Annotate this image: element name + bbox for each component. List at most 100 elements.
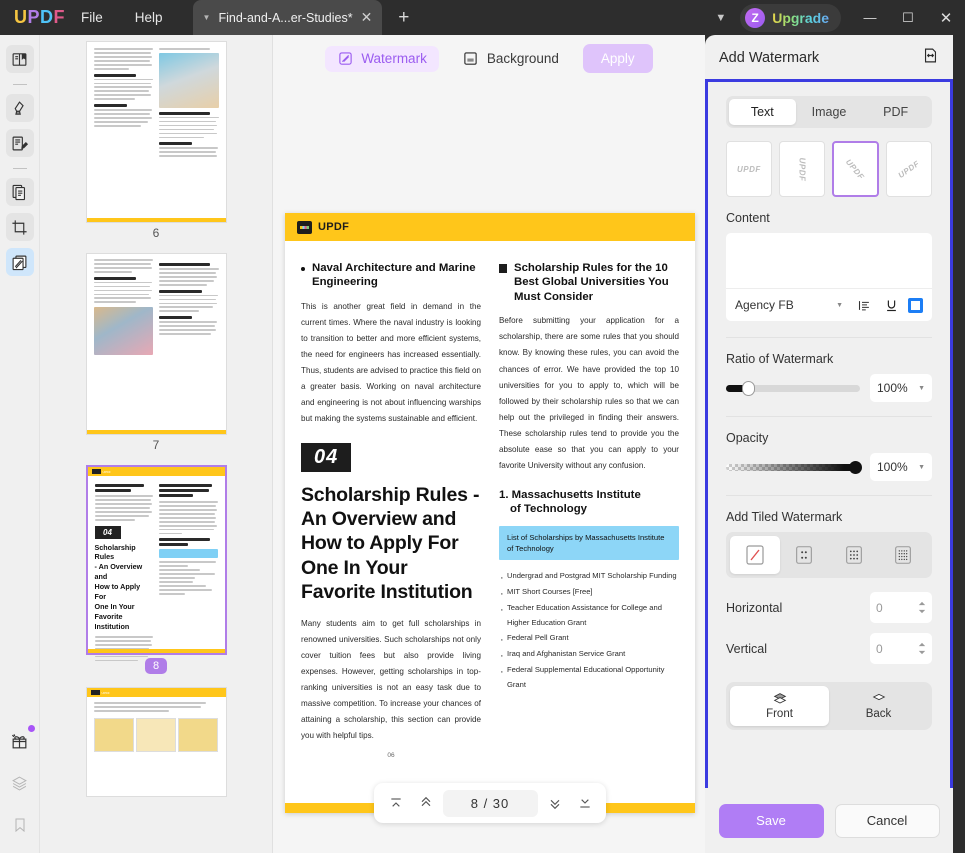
back-layer-icon bbox=[872, 693, 885, 701]
document-area: Watermark Background Apply UPDF Naval Ar… bbox=[273, 35, 705, 853]
ratio-value-select[interactable]: 100% ▼ bbox=[870, 374, 932, 402]
horizontal-stepper[interactable] bbox=[870, 592, 932, 623]
thumbnail-page[interactable] bbox=[85, 253, 227, 435]
layers-icon[interactable] bbox=[6, 769, 34, 797]
first-page-icon[interactable] bbox=[383, 790, 409, 816]
watermark-panel: Add Watermark Text Image PDF UPDF UPDF U… bbox=[705, 35, 953, 853]
font-family-select[interactable]: Agency FB ▼ bbox=[735, 298, 847, 312]
close-icon[interactable]: ✕ bbox=[361, 9, 373, 26]
background-tab-label: Background bbox=[486, 51, 559, 66]
left-heading-block: Naval Architecture and Marine Engineerin… bbox=[301, 261, 481, 290]
opacity-slider-handle[interactable] bbox=[849, 460, 862, 474]
maximize-button[interactable]: ☐ bbox=[889, 0, 927, 35]
list-item: Federal Supplemental Educational Opportu… bbox=[499, 662, 679, 693]
chevron-down-icon: ▼ bbox=[918, 384, 925, 392]
watermark-batch-icon[interactable] bbox=[5, 248, 34, 276]
content-label: Content bbox=[726, 211, 770, 225]
document-tab[interactable]: ▼ Find-and-A...er-Studies* ✕ bbox=[192, 0, 383, 35]
ratio-slider-handle[interactable] bbox=[742, 380, 756, 396]
vertical-stepper[interactable] bbox=[870, 633, 932, 664]
crop-page-icon[interactable] bbox=[5, 213, 34, 241]
upgrade-badge-icon: Z bbox=[745, 7, 766, 28]
underline-icon[interactable] bbox=[881, 295, 901, 315]
cancel-button[interactable]: Cancel bbox=[834, 803, 940, 838]
last-page-icon[interactable] bbox=[572, 790, 598, 816]
menu-file[interactable]: File bbox=[65, 0, 119, 35]
chevron-up-icon bbox=[918, 642, 926, 647]
background-tab[interactable]: Background bbox=[451, 46, 571, 72]
annotate-icon[interactable] bbox=[5, 129, 34, 157]
rail-divider-2 bbox=[12, 168, 27, 169]
watermark-preset-vertical[interactable]: UPDF bbox=[778, 141, 825, 197]
no-tile-diagonal-icon[interactable] bbox=[730, 536, 780, 574]
previous-page-icon[interactable] bbox=[413, 790, 439, 816]
back-option[interactable]: Back bbox=[829, 686, 928, 726]
thumbnail-page[interactable]: UPDF bbox=[85, 687, 227, 797]
thumbnail-page[interactable] bbox=[85, 41, 227, 223]
upgrade-button[interactable]: Z Upgrade bbox=[740, 3, 841, 32]
mit-heading-line1: 1. Massachusetts Institute bbox=[499, 488, 641, 501]
minimize-button[interactable]: — bbox=[851, 0, 889, 35]
logo-letter-p: P bbox=[27, 7, 41, 27]
stepper-arrows[interactable] bbox=[918, 601, 926, 614]
tile-3x3-icon[interactable] bbox=[829, 536, 879, 574]
watermark-text-input[interactable] bbox=[726, 233, 932, 288]
chevron-down-icon bbox=[918, 609, 926, 614]
ratio-slider-track[interactable] bbox=[726, 380, 860, 396]
vertical-input[interactable] bbox=[876, 641, 914, 656]
watermark-preset-diagonal-up[interactable]: UPDF bbox=[831, 141, 880, 197]
page-left-column: Naval Architecture and Marine Engineerin… bbox=[301, 261, 481, 759]
opacity-label: Opacity bbox=[726, 431, 769, 445]
expand-panel-icon[interactable] bbox=[922, 47, 939, 69]
ratio-value: 100% bbox=[877, 381, 908, 395]
align-left-icon[interactable] bbox=[854, 295, 874, 315]
horizontal-label: Horizontal bbox=[726, 600, 783, 615]
thumbnail-pane[interactable]: 6 7 UPDF 04 Scholarship Rules - An Overv… bbox=[40, 35, 273, 853]
tab-image[interactable]: Image bbox=[796, 99, 863, 125]
reader-mode-icon[interactable] bbox=[5, 45, 34, 73]
apply-button[interactable]: Apply bbox=[582, 44, 653, 73]
mit-heading: 1. Massachusetts Institute of Technology bbox=[499, 488, 679, 518]
document-page[interactable]: UPDF Naval Architecture and Marine Engin… bbox=[285, 213, 695, 813]
scholarship-list-banner: List of Scholarships by Massachusetts In… bbox=[499, 526, 679, 561]
stepper-arrows[interactable] bbox=[918, 642, 926, 655]
save-button[interactable]: Save bbox=[718, 803, 824, 838]
watermark-tab-label: Watermark bbox=[361, 51, 427, 66]
divider bbox=[726, 416, 932, 417]
text-color-swatch[interactable] bbox=[908, 297, 923, 313]
thumbnail-page-selected[interactable]: UPDF 04 Scholarship Rules - An Overview a bbox=[85, 465, 227, 662]
page-number-input[interactable]: 8 / 30 bbox=[442, 789, 538, 817]
watermark-preset-diagonal-down[interactable]: UPDF bbox=[886, 141, 932, 197]
watermark-tab[interactable]: Watermark bbox=[325, 45, 439, 72]
logo-letter-d: D bbox=[40, 7, 54, 27]
logo-letter-f: F bbox=[53, 7, 66, 27]
bookmark-icon[interactable] bbox=[6, 811, 34, 839]
tiled-options-row bbox=[726, 532, 932, 578]
layer-position-toggle: Front Back bbox=[726, 682, 932, 730]
gift-icon[interactable] bbox=[6, 725, 35, 755]
next-page-icon[interactable] bbox=[542, 790, 568, 816]
watermark-type-tabs: Text Image PDF bbox=[726, 96, 932, 128]
front-option[interactable]: Front bbox=[730, 686, 829, 726]
watermark-preset-horizontal[interactable]: UPDF bbox=[726, 141, 772, 197]
tile-4x4-icon[interactable] bbox=[879, 536, 929, 574]
content-editor[interactable]: Agency FB ▼ bbox=[726, 233, 932, 321]
horizontal-input[interactable] bbox=[876, 600, 914, 615]
vertical-label: Vertical bbox=[726, 641, 767, 656]
opacity-slider-track[interactable] bbox=[726, 460, 862, 474]
opacity-value: 100% bbox=[877, 460, 908, 474]
tile-2x2-icon[interactable] bbox=[780, 536, 830, 574]
organize-pages-icon[interactable] bbox=[5, 178, 34, 206]
tabs-dropdown-icon[interactable]: ▼ bbox=[701, 12, 740, 24]
opacity-value-select[interactable]: 100% ▼ bbox=[870, 453, 932, 481]
window-close-button[interactable]: ✕ bbox=[927, 0, 965, 35]
tab-text[interactable]: Text bbox=[729, 99, 796, 125]
highlighter-icon[interactable] bbox=[5, 94, 34, 122]
right-paragraph: Before submitting your application for a… bbox=[499, 316, 679, 470]
menu-help[interactable]: Help bbox=[119, 0, 179, 35]
chevron-down-icon[interactable]: ▼ bbox=[203, 13, 211, 22]
tool-rail bbox=[0, 35, 40, 853]
watermark-panel-body: Text Image PDF UPDF UPDF UPDF UPDF Conte… bbox=[705, 79, 953, 823]
tab-pdf[interactable]: PDF bbox=[862, 99, 929, 125]
new-tab-button[interactable]: + bbox=[398, 7, 409, 29]
